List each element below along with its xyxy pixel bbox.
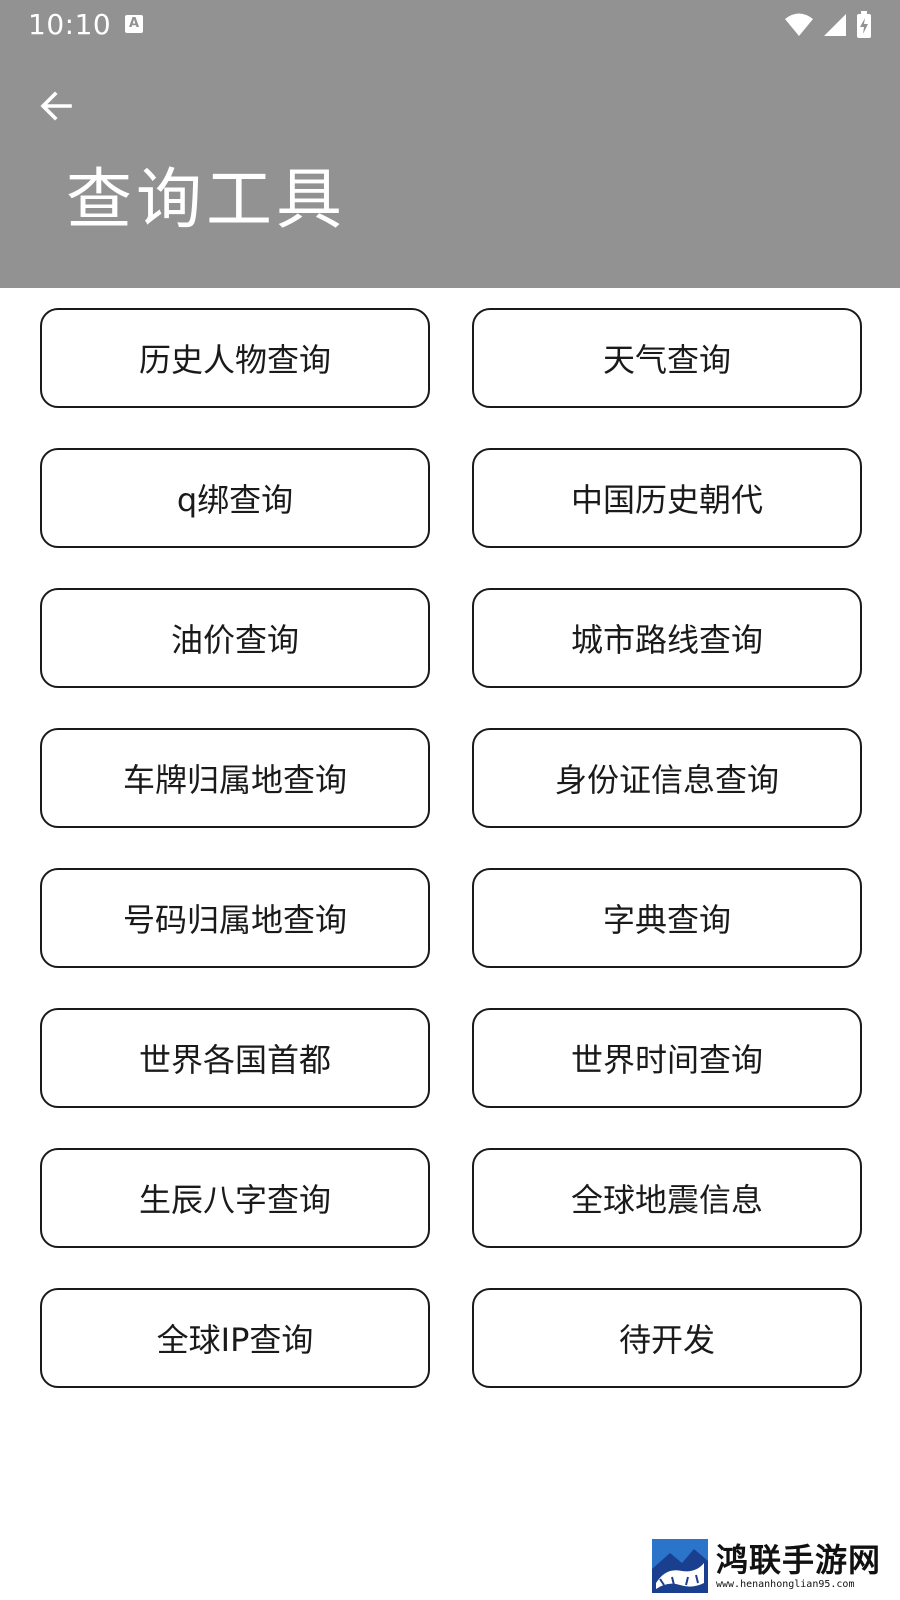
tool-button-license-plate[interactable]: 车牌归属地查询 <box>40 728 430 828</box>
tool-button-earthquake[interactable]: 全球地震信息 <box>472 1148 862 1248</box>
wifi-icon <box>785 13 813 36</box>
tool-button-world-capitals[interactable]: 世界各国首都 <box>40 1008 430 1108</box>
page-title: 查询工具 <box>66 161 346 238</box>
tool-button-ip-lookup[interactable]: 全球IP查询 <box>40 1288 430 1388</box>
tool-button-dictionary[interactable]: 字典查询 <box>472 868 862 968</box>
tool-button-bazi[interactable]: 生辰八字查询 <box>40 1148 430 1248</box>
tool-button-world-time[interactable]: 世界时间查询 <box>472 1008 862 1108</box>
status-time: 10:10 <box>28 8 112 41</box>
watermark-logo-icon <box>652 1539 708 1593</box>
back-button[interactable] <box>28 78 84 134</box>
tool-button-china-dynasties[interactable]: 中国历史朝代 <box>472 448 862 548</box>
app-bar: 10:10 A 查询工具 <box>0 0 900 288</box>
tool-button-history-figures[interactable]: 历史人物查询 <box>40 308 430 408</box>
tool-button-city-route[interactable]: 城市路线查询 <box>472 588 862 688</box>
tool-button-oil-price[interactable]: 油价查询 <box>40 588 430 688</box>
signal-icon <box>824 14 846 36</box>
status-bar: 10:10 A <box>0 0 900 50</box>
watermark-url: www.henanhonglian95.com <box>716 1579 855 1590</box>
watermark-name: 鸿联手游网 <box>716 1541 882 1579</box>
tool-button-phone-location[interactable]: 号码归属地查询 <box>40 868 430 968</box>
watermark: 鸿联手游网 www.henanhonglian95.com <box>652 1538 892 1594</box>
arrow-left-icon <box>40 91 72 121</box>
tool-button-q-binding[interactable]: q绑查询 <box>40 448 430 548</box>
tools-grid: 历史人物查询 天气查询 q绑查询 中国历史朝代 油价查询 城市路线查询 车牌归属… <box>40 308 862 1388</box>
status-icons <box>784 10 872 40</box>
tool-button-to-be-developed[interactable]: 待开发 <box>472 1288 862 1388</box>
tool-button-weather[interactable]: 天气查询 <box>472 308 862 408</box>
battery-charging-icon <box>857 11 871 38</box>
tool-button-id-card[interactable]: 身份证信息查询 <box>472 728 862 828</box>
notification-a-icon: A <box>125 15 143 33</box>
